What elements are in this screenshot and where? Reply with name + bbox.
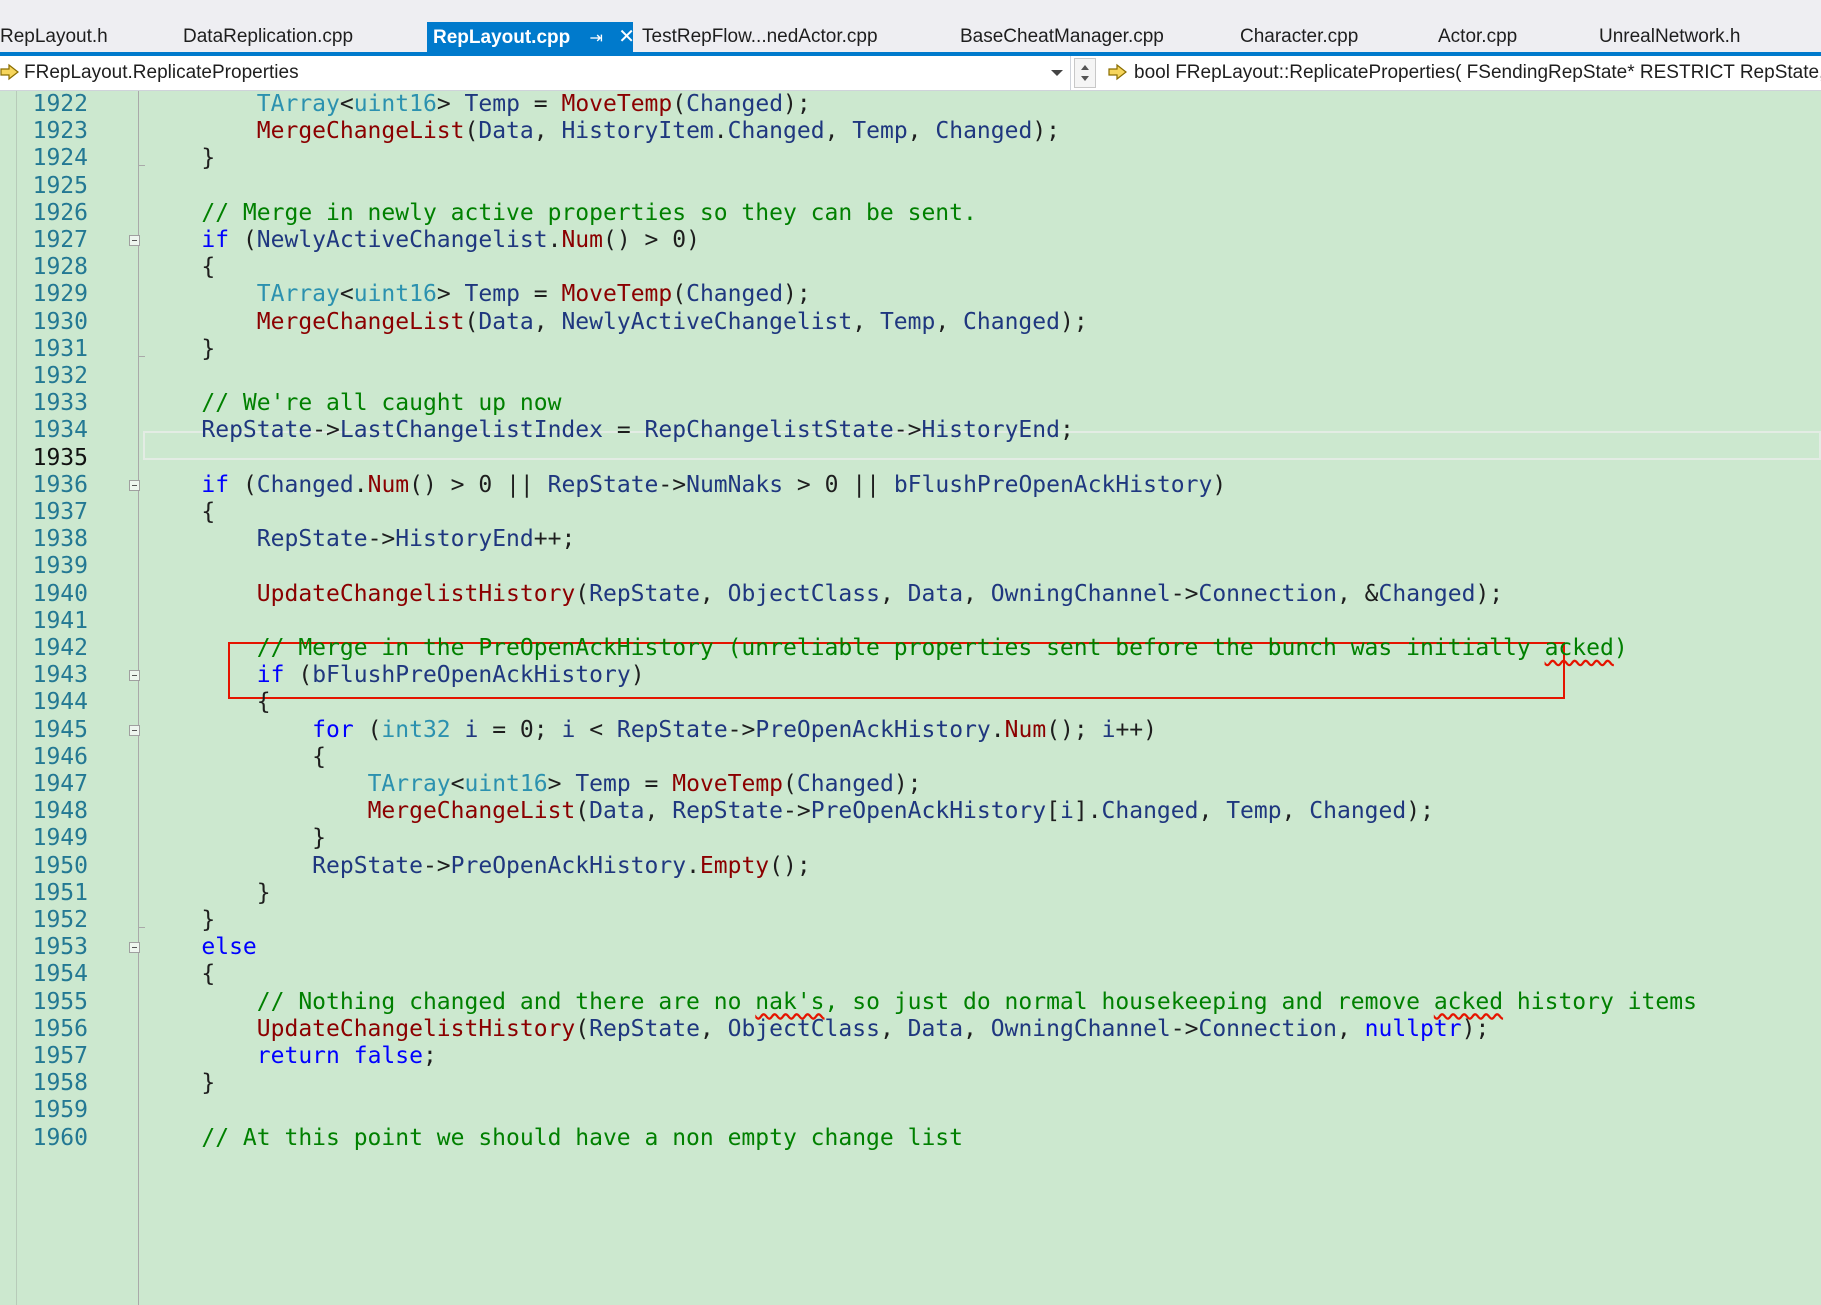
pin-icon[interactable]: ⇥ [590,24,603,54]
tab-label: TestRepFlow...nedActor.cpp [642,26,878,47]
scope-dropdown[interactable]: FRepLayout.ReplicateProperties [0,56,1071,90]
code-line[interactable]: 1960 // At this point we should have a n… [0,1123,1821,1155]
tab-label: UnrealNetwork.h [1599,26,1741,47]
collapse-icon[interactable] [129,942,140,954]
tab-basecheatmanager-cpp[interactable]: BaseCheatManager.cpp [960,22,1164,52]
document-tab-bar: RepLayout.h DataReplication.cpp RepLayou… [0,22,1821,56]
code-text: // At this point we should have a non em… [201,1124,963,1151]
member-dropdown[interactable]: bool FRepLayout::ReplicateProperties( FS… [1104,56,1821,90]
scope-arrow-icon [0,63,19,81]
tab-label: BaseCheatManager.cpp [960,26,1164,47]
member-label: bool FRepLayout::ReplicateProperties( FS… [1134,62,1821,83]
tab-label: DataReplication.cpp [183,26,354,47]
collapse-icon[interactable] [129,235,140,246]
fold-end-marker [138,355,145,357]
code-editor[interactable]: 1922 TArray<uint16> Temp = MoveTemp(Chan… [0,91,1821,1305]
tab-testrepflow-cpp[interactable]: TestRepFlow...nedActor.cpp [642,22,878,52]
scope-label: FRepLayout.ReplicateProperties [24,62,299,83]
tab-label: Actor.cpp [1438,26,1518,47]
fold-end-marker [138,165,145,167]
member-arrow-icon [1108,63,1127,81]
line-number: 1960 [32,1124,88,1151]
tab-character-cpp[interactable]: Character.cpp [1240,22,1358,52]
tab-replayout-cpp[interactable]: RepLayout.cpp ⇥ ✕ [427,22,635,56]
navigation-bar: FRepLayout.ReplicateProperties bool FRep… [0,56,1821,91]
close-icon[interactable]: ✕ [618,22,635,52]
tab-label: Character.cpp [1240,26,1359,47]
fold-end-marker [138,927,145,928]
tab-label: RepLayout.h [0,26,108,47]
tab-label: RepLayout.cpp [433,27,571,48]
split-spinner[interactable] [1074,58,1096,88]
collapse-icon[interactable] [129,479,140,491]
collapse-icon[interactable] [129,670,140,682]
tab-datareplication-cpp[interactable]: DataReplication.cpp [183,22,353,52]
chevron-down-icon[interactable] [1048,62,1066,82]
tab-actor-cpp[interactable]: Actor.cpp [1438,22,1517,52]
tab-unrealnetwork-h[interactable]: UnrealNetwork.h [1599,22,1741,52]
spin-arrows-icon [1081,65,1089,81]
tab-replayout-h[interactable]: RepLayout.h [0,22,108,52]
collapse-icon[interactable] [129,724,140,736]
window-top-strip [0,0,1821,22]
